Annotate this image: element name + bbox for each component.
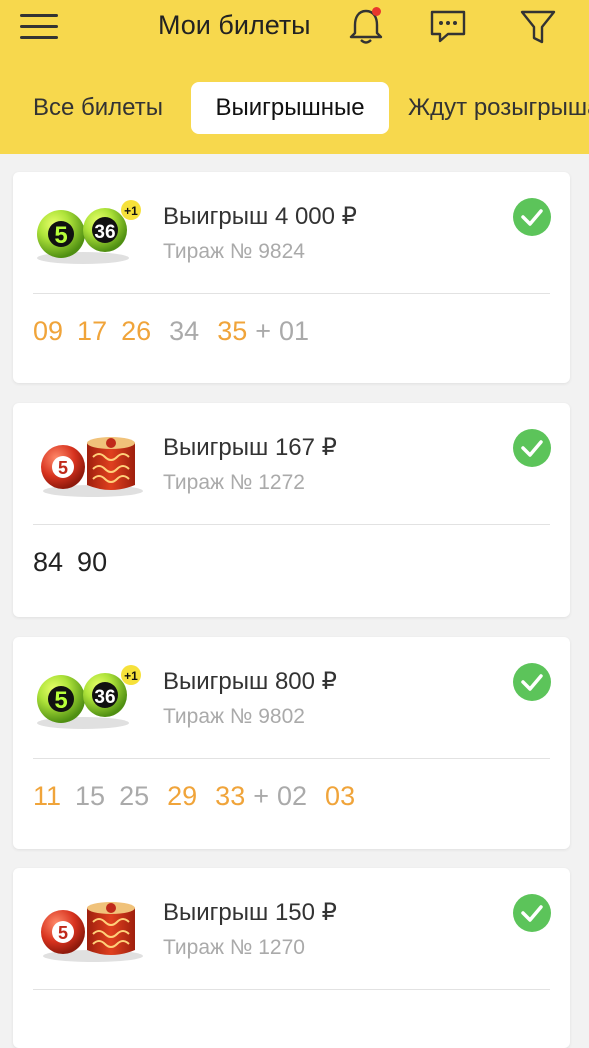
menu-icon[interactable] <box>20 14 60 40</box>
app-header: Мои билеты Все билеты Выигрышные Ждут ро… <box>0 0 589 154</box>
check-icon <box>513 198 551 236</box>
check-icon <box>513 429 551 467</box>
ticket-numbers: 11 15 25 29 33 +02 03 <box>33 781 355 812</box>
game-logo-5-36-icon: 5 36 +1 <box>35 196 147 268</box>
divider <box>33 293 550 294</box>
number-ball: 26 <box>121 316 152 346</box>
number-ball: 11 <box>33 781 62 811</box>
svg-text:+1: +1 <box>124 669 138 683</box>
ticket-tabs: Все билеты Выигрышные Ждут розыгрыша <box>0 82 589 134</box>
svg-text:5: 5 <box>58 923 68 943</box>
tab-awaiting-draw[interactable]: Ждут розыгрыша <box>408 82 589 134</box>
ticket-card[interactable]: 5 Выигрыш 150 ₽ Тираж № 1270 <box>13 868 570 1048</box>
ticket-card[interactable]: 5 36 +1 Выигрыш 800 ₽ Тираж № 9802 11 15 2… <box>13 637 570 849</box>
ticket-numbers: 09 17 26 34 35 +01 <box>33 316 309 347</box>
divider <box>33 989 550 990</box>
draw-number: Тираж № 1270 <box>163 936 305 959</box>
svg-text:36: 36 <box>94 222 115 243</box>
svg-text:36: 36 <box>94 687 115 708</box>
draw-number: Тираж № 1272 <box>163 471 305 494</box>
win-amount: Выигрыш 150 ₽ <box>163 899 337 926</box>
number-ball: 17 <box>77 316 108 346</box>
number-ball: 29 <box>167 781 198 811</box>
draw-number: Тираж № 9824 <box>163 240 305 263</box>
bell-icon[interactable] <box>346 6 386 46</box>
page-title: Мои билеты <box>158 10 311 40</box>
win-amount: Выигрыш 800 ₽ <box>163 668 337 695</box>
svg-text:+1: +1 <box>124 204 138 218</box>
ticket-card[interactable]: 5 36 +1 Выигрыш 4 000 ₽ Тираж № 9824 09 1… <box>13 172 570 383</box>
svg-text:5: 5 <box>54 687 67 714</box>
number-ball: 35 <box>217 316 248 346</box>
number-ball: 34 <box>169 316 200 346</box>
game-logo-bingo-icon: 5 <box>35 427 147 499</box>
chat-icon[interactable] <box>428 6 468 46</box>
divider <box>33 758 550 759</box>
svg-text:5: 5 <box>58 458 68 478</box>
notification-dot <box>372 7 381 16</box>
check-icon <box>513 894 551 932</box>
game-logo-bingo-icon: 5 <box>35 892 147 964</box>
number-ball: 84 <box>33 547 64 577</box>
ticket-numbers: 84 90 <box>33 547 107 578</box>
game-logo-5-36-icon: 5 36 +1 <box>35 661 147 733</box>
number-ball: 09 <box>33 316 64 346</box>
win-amount: Выигрыш 167 ₽ <box>163 434 337 461</box>
number-ball: 03 <box>325 781 356 811</box>
svg-text:5: 5 <box>54 222 67 249</box>
divider <box>33 524 550 525</box>
check-icon <box>513 663 551 701</box>
win-amount: Выигрыш 4 000 ₽ <box>163 203 357 230</box>
bonus-separator: + <box>253 781 269 811</box>
draw-number: Тираж № 9802 <box>163 705 305 728</box>
filter-icon[interactable] <box>518 6 558 46</box>
number-ball: 15 <box>75 781 106 811</box>
tab-all-tickets[interactable]: Все билеты <box>33 82 163 134</box>
bonus-separator: + <box>255 316 272 346</box>
number-ball: 25 <box>119 781 150 811</box>
tab-winning[interactable]: Выигрышные <box>191 82 389 134</box>
number-ball: 01 <box>279 316 310 346</box>
number-ball: 02 <box>277 781 308 811</box>
ticket-card[interactable]: 5 Выигрыш 167 ₽ Тираж № 1272 84 90 <box>13 403 570 617</box>
number-ball: 90 <box>77 547 108 577</box>
number-ball: 33 <box>215 781 246 811</box>
